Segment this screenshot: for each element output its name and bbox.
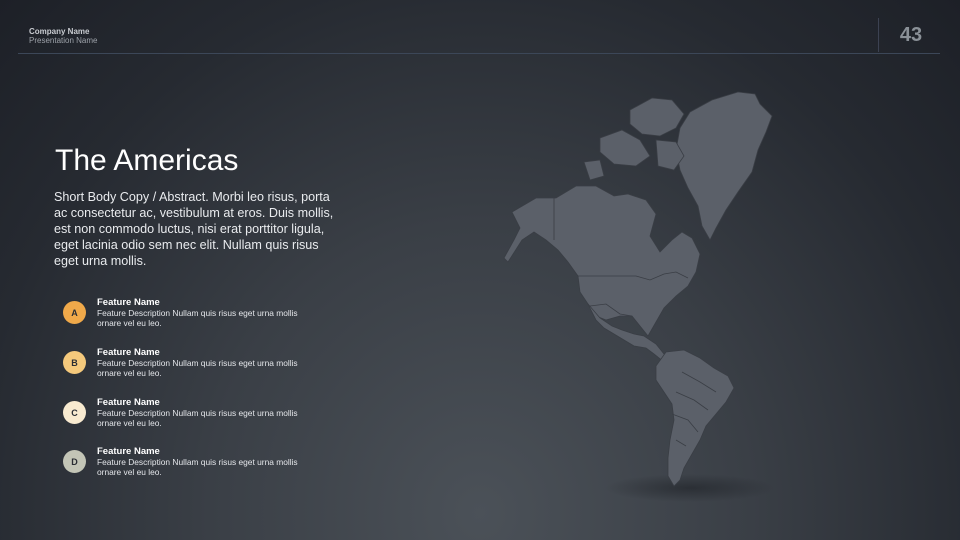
feature-badge-b: B <box>63 351 86 374</box>
slide-title: The Americas <box>55 144 239 177</box>
feature-name: Feature Name <box>97 446 160 457</box>
slide-body-text: Short Body Copy / Abstract. Morbi leo ri… <box>54 190 334 268</box>
americas-map <box>503 91 775 502</box>
map-landmass <box>503 91 773 487</box>
page-number: 43 <box>899 24 923 46</box>
feature-description: Feature Description Nullam quis risus eg… <box>97 358 298 378</box>
slide-header: Company Name Presentation Name 43 <box>0 0 960 54</box>
feature-badge-d: D <box>63 450 86 473</box>
feature-name: Feature Name <box>97 397 160 408</box>
feature-item-d: D Feature Name Feature Description Nulla… <box>62 446 322 486</box>
feature-name: Feature Name <box>97 297 160 308</box>
header-divider <box>18 53 940 54</box>
feature-item-c: C Feature Name Feature Description Nulla… <box>62 397 322 437</box>
feature-description: Feature Description Nullam quis risus eg… <box>97 457 298 477</box>
feature-description: Feature Description Nullam quis risus eg… <box>97 408 298 428</box>
south-america-shape <box>655 349 735 487</box>
map-shadow <box>605 474 775 502</box>
presentation-name: Presentation Name <box>29 36 98 45</box>
greenland-shape <box>675 91 773 241</box>
feature-badge-c: C <box>63 401 86 424</box>
feature-name: Feature Name <box>97 347 160 358</box>
arctic-islands-shape <box>583 97 685 181</box>
feature-item-b: B Feature Name Feature Description Nulla… <box>62 347 322 387</box>
feature-badge-a: A <box>63 301 86 324</box>
page-number-divider <box>878 18 879 52</box>
feature-description: Feature Description Nullam quis risus eg… <box>97 308 298 328</box>
feature-item-a: A Feature Name Feature Description Nulla… <box>62 297 322 337</box>
company-name: Company Name <box>29 27 90 36</box>
north-america-shape <box>503 185 701 337</box>
